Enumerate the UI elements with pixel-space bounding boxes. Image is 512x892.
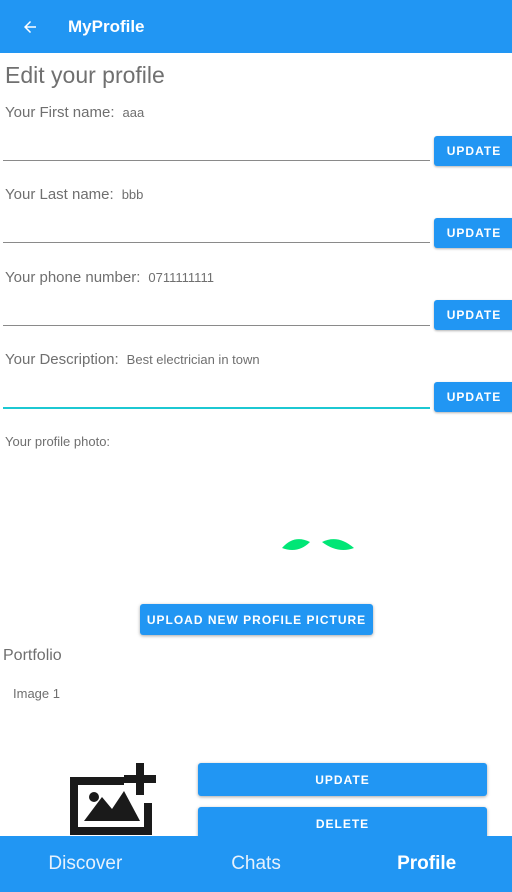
last-name-label-text: Your Last name: — [5, 186, 114, 203]
last-name-value: bbb — [121, 187, 144, 202]
app-bar-title: MyProfile — [68, 16, 145, 36]
update-first-name-button[interactable]: UPDATE — [434, 136, 512, 166]
update-last-name-button[interactable]: UPDATE — [434, 218, 512, 248]
back-arrow-icon[interactable] — [0, 0, 60, 53]
nav-chats[interactable]: Chats — [171, 836, 342, 892]
nav-discover[interactable]: Discover — [0, 836, 171, 892]
add-photo-icon[interactable] — [66, 763, 160, 842]
phone-number-label-text: Your phone number: — [5, 269, 141, 286]
app-bar: MyProfile — [0, 0, 512, 53]
nav-profile[interactable]: Profile — [341, 836, 512, 892]
first-name-label-text: Your First name: — [5, 104, 115, 121]
description-label: Your Description: Best electrician in tow… — [5, 351, 260, 368]
last-name-input[interactable] — [3, 242, 430, 243]
first-name-label: Your First name: aaa — [5, 104, 144, 121]
portfolio-image-label: Image 1 — [13, 686, 60, 701]
phone-number-label: Your phone number: 0711111111 — [5, 269, 214, 286]
last-name-label: Your Last name: bbb — [5, 186, 143, 203]
description-label-text: Your Description: — [5, 351, 119, 368]
description-input[interactable] — [3, 407, 430, 409]
update-phone-number-button[interactable]: UPDATE — [434, 300, 512, 330]
first-name-value: aaa — [122, 105, 145, 120]
loading-spinner-icon — [280, 534, 356, 559]
portfolio-title: Portfolio — [3, 647, 62, 664]
page-heading: Edit your profile — [5, 62, 165, 88]
bottom-navigation: Discover Chats Profile — [0, 836, 512, 892]
phone-number-input[interactable] — [3, 325, 430, 326]
update-description-button[interactable]: UPDATE — [434, 382, 512, 412]
phone-number-value: 0711111111 — [148, 270, 214, 285]
upload-profile-picture-button[interactable]: UPLOAD NEW PROFILE PICTURE — [140, 604, 373, 635]
first-name-input[interactable] — [3, 160, 430, 161]
portfolio-update-button[interactable]: UPDATE — [198, 763, 487, 796]
description-value: Best electrician in town — [126, 352, 260, 367]
profile-photo-label: Your profile photo: — [5, 434, 111, 449]
